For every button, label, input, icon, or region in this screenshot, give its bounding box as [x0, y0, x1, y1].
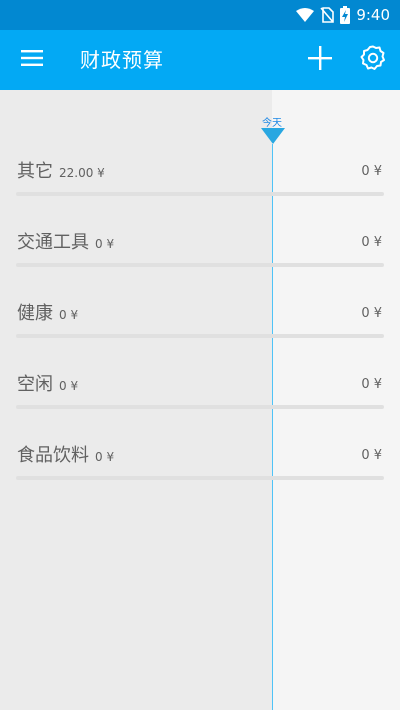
- status-time: 9:40: [356, 6, 390, 24]
- settings-icon: [360, 45, 386, 75]
- category-transport[interactable]: 交通工具 0 ¥ 0 ¥: [0, 231, 400, 291]
- category-spent: 0 ¥: [95, 237, 115, 251]
- no-sim-icon: [320, 7, 335, 23]
- status-icons: 9:40: [296, 0, 390, 30]
- menu-icon: [21, 50, 43, 70]
- battery-charging-icon: [340, 6, 351, 24]
- category-name: 其它: [17, 161, 53, 182]
- category-spent: 0 ¥: [59, 379, 79, 393]
- page-title: 财政预算: [80, 48, 164, 72]
- category-name: 交通工具: [17, 232, 89, 253]
- category-progress-track: [16, 476, 384, 480]
- today-label: 今天: [262, 118, 282, 129]
- category-budget: 0 ¥: [361, 306, 382, 321]
- add-icon: [308, 46, 332, 74]
- category-progress-track: [16, 405, 384, 409]
- wifi-icon: [296, 8, 315, 22]
- category-spent: 22.00 ¥: [59, 166, 105, 180]
- category-progress-track: [16, 334, 384, 338]
- category-food-drink[interactable]: 食品饮料 0 ¥ 0 ¥: [0, 444, 400, 504]
- settings-button[interactable]: [355, 42, 391, 78]
- category-budget: 0 ¥: [361, 164, 382, 179]
- category-other[interactable]: 其它 22.00 ¥ 0 ¥: [0, 160, 400, 220]
- category-name: 食品饮料: [17, 445, 89, 466]
- add-button[interactable]: [302, 42, 338, 78]
- category-name: 健康: [17, 303, 53, 324]
- category-budget: 0 ¥: [361, 235, 382, 250]
- category-leisure[interactable]: 空闲 0 ¥ 0 ¥: [0, 373, 400, 433]
- category-budget: 0 ¥: [361, 448, 382, 463]
- category-health[interactable]: 健康 0 ¥ 0 ¥: [0, 302, 400, 362]
- today-marker-icon: [261, 128, 285, 144]
- category-progress-track: [16, 263, 384, 267]
- category-name: 空闲: [17, 374, 53, 395]
- menu-button[interactable]: [12, 44, 52, 76]
- budget-content: 今天 其它 22.00 ¥ 0 ¥ 交通工具 0 ¥ 0 ¥ 健康 0 ¥ 0 ¥ 空…: [0, 90, 400, 710]
- category-spent: 0 ¥: [59, 308, 79, 322]
- status-bar: 9:40: [0, 0, 400, 30]
- category-progress-track: [16, 192, 384, 196]
- app-bar: 财政预算: [0, 30, 400, 90]
- category-spent: 0 ¥: [95, 450, 115, 464]
- category-budget: 0 ¥: [361, 377, 382, 392]
